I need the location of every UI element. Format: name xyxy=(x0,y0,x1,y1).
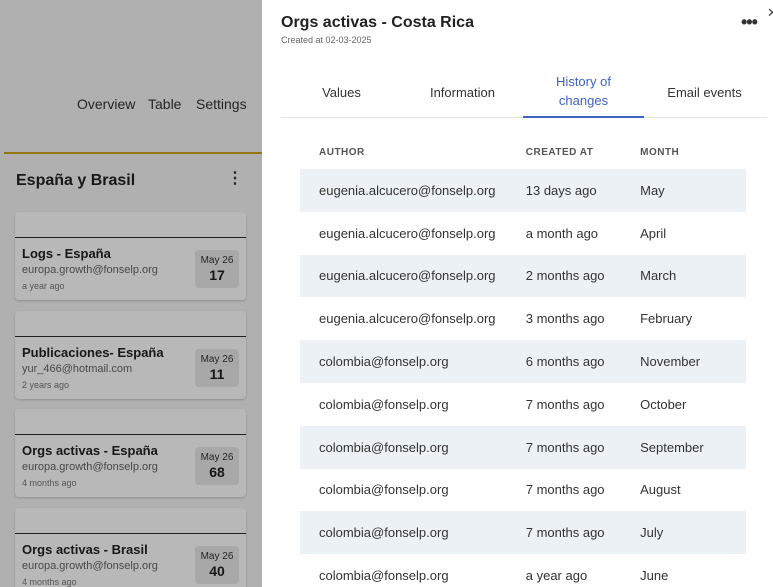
table-row[interactable]: eugenia.alcucero@fonselp.org 2 months ag… xyxy=(300,254,746,298)
cell-month: February xyxy=(640,311,693,327)
cell-overflow xyxy=(738,425,746,469)
column-header-overflow xyxy=(739,135,746,169)
tab-information[interactable]: Information xyxy=(402,66,523,118)
cell-created-at: a month ago xyxy=(525,225,599,241)
cell-month: April xyxy=(640,225,667,241)
cell-month: May xyxy=(640,169,739,212)
cell-created-at: 7 months ago xyxy=(525,396,605,412)
cell-author: colombia@fonselp.org xyxy=(319,482,449,498)
cell-created-at: 2 months ago xyxy=(525,254,641,298)
tab-history-label: History of changes xyxy=(556,74,611,108)
panel-tabs: Values Information History of changes Em… xyxy=(281,66,767,118)
details-side-panel: Orgs activas - Costa Rica Created at 02-… xyxy=(262,0,773,587)
table-row[interactable]: eugenia.alcucero@fonselp.org 3 months ag… xyxy=(300,297,746,340)
cell-author: colombia@fonselp.org xyxy=(300,340,526,383)
column-header-created-at[interactable]: CREATED AT xyxy=(526,135,640,169)
table-row[interactable]: colombia@fonselp.org 7 months ago July xyxy=(300,511,746,555)
table-row[interactable]: colombia@fonselp.org 7 months ago August xyxy=(300,469,746,512)
cell-month: October xyxy=(640,396,687,412)
cell-created-at: 6 months ago xyxy=(525,340,641,383)
column-header-author[interactable]: AUTHOR xyxy=(300,135,526,169)
cell-month: July xyxy=(640,511,739,555)
cell-created-at: 7 months ago xyxy=(525,511,641,555)
table-row[interactable]: colombia@fonselp.org a year ago June xyxy=(300,554,746,587)
table-row[interactable]: colombia@fonselp.org 7 months ago Septem… xyxy=(300,425,746,469)
cell-created-at: 7 months ago xyxy=(525,425,641,469)
cell-month: June xyxy=(640,568,669,584)
tab-email-events[interactable]: Email events xyxy=(644,66,765,118)
more-horizontal-icon[interactable]: ••• xyxy=(741,12,758,32)
cell-month: November xyxy=(640,340,739,383)
table-row[interactable]: colombia@fonselp.org 7 months ago Octobe… xyxy=(300,383,746,426)
cell-created-at: 3 months ago xyxy=(525,311,605,327)
cell-author: colombia@fonselp.org xyxy=(300,425,526,469)
table-header-row: AUTHOR CREATED AT MONTH xyxy=(300,135,746,169)
cell-overflow xyxy=(739,212,746,255)
tab-history-of-changes[interactable]: History of changes xyxy=(523,66,644,118)
cell-author: colombia@fonselp.org xyxy=(300,511,526,555)
cell-month: August xyxy=(640,482,681,498)
cell-overflow xyxy=(739,554,746,587)
modal-backdrop[interactable] xyxy=(0,0,262,587)
cell-month: March xyxy=(640,254,739,298)
panel-title: Orgs activas - Costa Rica xyxy=(281,14,474,31)
cell-created-at: 7 months ago xyxy=(525,482,605,498)
cell-overflow xyxy=(739,469,746,512)
cell-overflow xyxy=(738,340,746,383)
cell-created-at: 13 days ago xyxy=(525,169,641,212)
cell-created-at: a year ago xyxy=(525,568,588,584)
panel-created-date: Created at 02-03-2025 xyxy=(281,35,372,45)
history-table: AUTHOR CREATED AT MONTH eugenia.alcucero… xyxy=(300,135,746,587)
cell-author: eugenia.alcucero@fonselp.org xyxy=(300,169,526,212)
cell-overflow xyxy=(738,511,746,555)
cell-author: eugenia.alcucero@fonselp.org xyxy=(300,254,526,298)
cell-overflow xyxy=(739,383,746,426)
cell-author: colombia@fonselp.org xyxy=(319,396,449,412)
table-row[interactable]: colombia@fonselp.org 6 months ago Novemb… xyxy=(300,340,746,383)
cell-author: eugenia.alcucero@fonselp.org xyxy=(319,311,496,327)
cell-author: colombia@fonselp.org xyxy=(319,568,449,584)
table-row[interactable]: eugenia.alcucero@fonselp.org 13 days ago… xyxy=(300,169,746,212)
column-header-month[interactable]: MONTH xyxy=(640,135,738,169)
table-row[interactable]: eugenia.alcucero@fonselp.org a month ago… xyxy=(300,212,746,255)
cell-overflow xyxy=(738,254,746,298)
tab-values[interactable]: Values xyxy=(281,66,402,118)
cell-overflow xyxy=(739,297,746,340)
cell-author: eugenia.alcucero@fonselp.org xyxy=(319,225,496,241)
close-icon[interactable]: ✕ xyxy=(767,6,773,20)
cell-overflow xyxy=(738,169,746,212)
cell-month: September xyxy=(640,425,739,469)
